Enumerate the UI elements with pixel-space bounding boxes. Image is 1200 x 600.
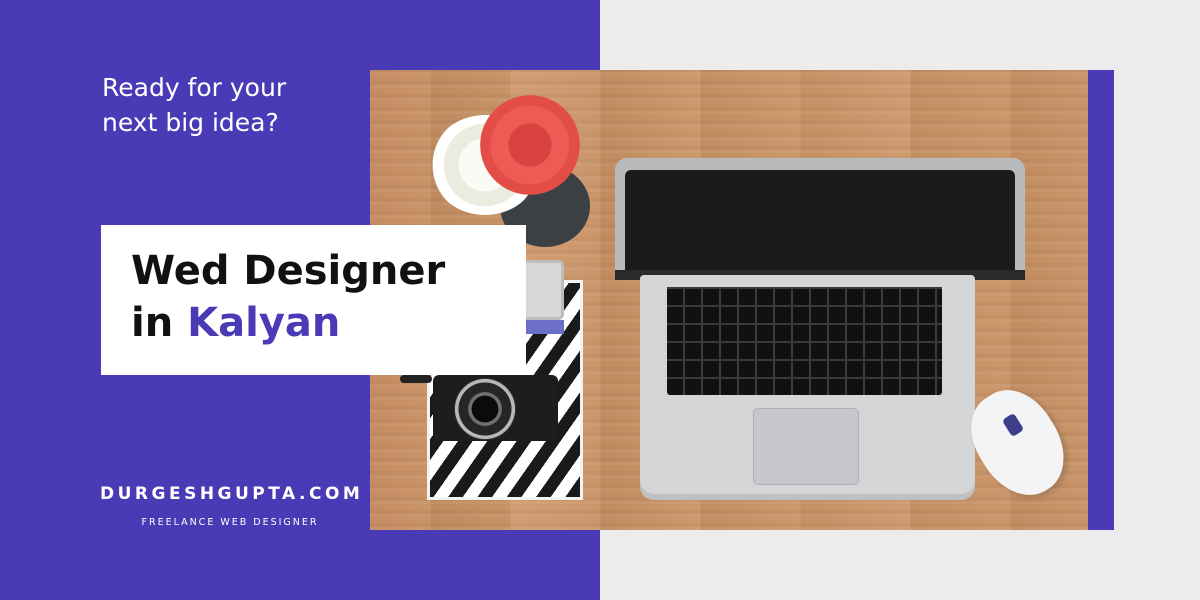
red-flower xyxy=(480,95,580,195)
laptop-trackpad xyxy=(753,408,859,485)
headline-line-2: in Kalyan xyxy=(131,297,496,349)
camera-lens xyxy=(454,378,516,440)
headline-line-1: Wed Designer xyxy=(131,248,446,294)
laptop-screen xyxy=(625,170,1015,278)
camera-strap xyxy=(400,375,432,383)
headline-location: Kalyan xyxy=(187,300,341,346)
headline-prefix: in xyxy=(131,300,174,346)
title-card: Wed Designer in Kalyan xyxy=(101,225,526,375)
brand-subtitle: FREELANCE WEB DESIGNER xyxy=(141,517,319,528)
keyboard-rows xyxy=(667,287,942,395)
brand-name[interactable]: DURGESHGUPTA.COM xyxy=(100,484,360,504)
accent-strip xyxy=(1088,70,1114,530)
tagline: Ready for your next big idea? xyxy=(102,73,287,137)
